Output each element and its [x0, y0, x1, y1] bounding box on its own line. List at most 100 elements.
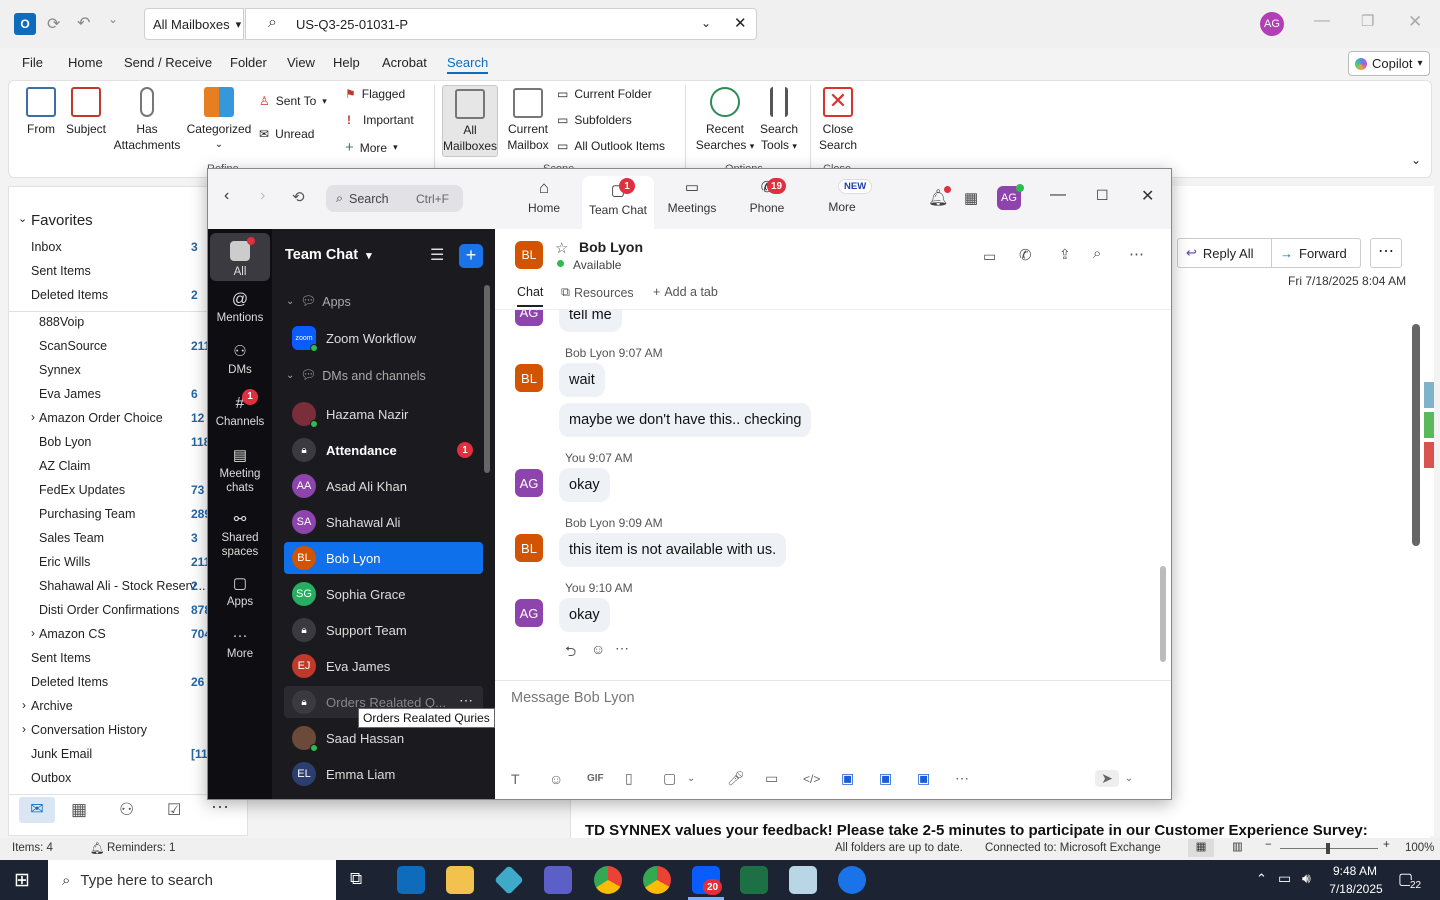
people-icon[interactable]: ⚇ — [119, 800, 134, 820]
back-icon[interactable]: ‹ — [224, 187, 229, 205]
chrome-profile-icon[interactable] — [643, 866, 671, 894]
rail-channels[interactable]: # 1 Channels — [210, 389, 270, 429]
important-button[interactable]: ! Important — [347, 113, 414, 127]
tab-chat[interactable]: Chat — [517, 285, 544, 307]
rail-shared-spaces[interactable]: ⚯ Shared spaces — [210, 512, 270, 559]
search-input[interactable]: ⌕ US-Q3-25-01031-P ⌄ ✕ — [245, 8, 757, 40]
contact-item[interactable]: SA Shahawal Ali — [284, 506, 483, 538]
normal-view-icon[interactable]: ▦ — [1188, 839, 1214, 857]
new-chat-button[interactable]: + — [459, 244, 483, 268]
reply-all-button[interactable]: ↩ Reply All — [1177, 238, 1272, 268]
taskbar-search[interactable]: ⌕ Type here to search — [48, 860, 336, 900]
recent-searches-button[interactable]: Recent Searches ▾ — [693, 87, 757, 154]
format-text-icon[interactable]: T — [511, 771, 549, 787]
scrollbar[interactable] — [1160, 566, 1166, 662]
menu-file[interactable]: File — [22, 55, 43, 70]
current-mailbox-button[interactable]: Current Mailbox — [501, 88, 555, 153]
contact-item[interactable]: 🔒︎ Support Team — [284, 614, 483, 646]
message-bubble[interactable]: this item is not available with us. — [559, 533, 787, 567]
search-tools-button[interactable]: Search Tools ▾ — [757, 87, 801, 154]
emoji-react-icon[interactable]: ☺ — [591, 641, 605, 657]
task-view-icon[interactable]: ⧉ — [350, 869, 362, 889]
chevron-right-icon[interactable]: › — [22, 698, 26, 712]
categorized-button[interactable]: Categorized ⌄ — [185, 87, 253, 153]
rail-all[interactable]: All — [210, 233, 270, 281]
menu-acrobat[interactable]: Acrobat — [382, 55, 427, 70]
menu-search[interactable]: Search — [447, 55, 489, 74]
network-icon[interactable]: ▭ — [1278, 870, 1291, 887]
phone-icon[interactable]: ✆ — [1019, 246, 1032, 264]
subject-button[interactable]: Subject — [65, 87, 107, 137]
more-options-icon[interactable]: ⋯ — [615, 640, 629, 657]
chevron-right-icon[interactable]: › — [31, 626, 35, 640]
chevron-right-icon[interactable]: › — [22, 722, 26, 736]
search-icon[interactable]: ⌕ — [1093, 245, 1101, 262]
message-composer[interactable]: Message Bob Lyon — [511, 690, 635, 706]
menu-view[interactable]: View — [287, 55, 315, 70]
all-mailboxes-button[interactable]: All Mailboxes — [442, 85, 498, 157]
tab-home[interactable]: ⌂ Home — [508, 178, 580, 228]
more-options-icon[interactable]: ⋯ — [955, 770, 1095, 787]
menu-folder[interactable]: Folder — [230, 55, 267, 70]
close-search-button[interactable]: ✕ Close Search — [815, 87, 861, 153]
file-icon[interactable]: ▯ — [625, 770, 663, 787]
contact-item[interactable]: 🔒︎ Attendance 1 — [284, 434, 483, 466]
from-button[interactable]: From — [21, 87, 61, 137]
menu-home[interactable]: Home — [68, 55, 103, 70]
current-folder-button[interactable]: ▭ Current Folder — [557, 87, 652, 101]
more-options-icon[interactable]: ⋯ — [1129, 245, 1144, 263]
contact-name[interactable]: Bob Lyon — [579, 239, 643, 255]
team-chat-dropdown[interactable]: Team Chat ▾ — [285, 247, 372, 263]
tasks-icon[interactable]: ☑ — [167, 800, 181, 820]
minimize-icon[interactable]: — — [1050, 186, 1066, 204]
message-bubble[interactable]: wait — [559, 363, 605, 397]
contact-item[interactable]: AA Asad Ali Khan — [284, 470, 483, 502]
screen-share-icon[interactable]: ⇪ — [1059, 246, 1071, 263]
rail-mentions[interactable]: @ Mentions — [210, 292, 270, 325]
sent-to-button[interactable]: ♙ Sent To ▾ — [259, 94, 327, 108]
tab-resources[interactable]: ⧉ Resources — [561, 285, 634, 300]
message-bubble[interactable]: okay — [559, 598, 610, 632]
tab-more[interactable]: ·· NEW More — [806, 178, 878, 228]
search-options-icon[interactable]: ⌄ — [701, 16, 711, 30]
app-icon-1[interactable]: ▣ — [841, 770, 879, 787]
clock-date[interactable]: 7/18/2025 — [1328, 882, 1384, 896]
chevron-right-icon[interactable]: › — [31, 410, 35, 424]
status-reminders[interactable]: Reminders: 1 — [107, 842, 175, 854]
reply-icon[interactable]: ⮌ — [565, 641, 576, 665]
code-icon[interactable]: </> — [803, 772, 841, 786]
rail-apps[interactable]: ▢ Apps — [210, 576, 270, 609]
contact-item[interactable]: SG Sophia Grace — [284, 578, 483, 610]
close-window-icon[interactable]: ✕ — [1141, 186, 1154, 206]
more-apps-icon[interactable]: ⋯ — [211, 797, 229, 818]
message-bubble[interactable]: okay — [559, 468, 610, 502]
collapse-ribbon-icon[interactable]: ⌄ — [1411, 153, 1421, 167]
favorites-heading[interactable]: Favorites — [31, 212, 93, 229]
forward-nav-icon[interactable]: › — [260, 187, 265, 205]
zoom-search-input[interactable]: ⌕ Search Ctrl+F — [326, 185, 463, 212]
message-bubble[interactable]: maybe we don't have this.. checking — [559, 403, 812, 437]
more-filters-button[interactable]: + More ▾ — [345, 139, 398, 156]
teams-taskbar-icon[interactable] — [544, 866, 572, 894]
unread-button[interactable]: ✉ Unread — [259, 127, 314, 141]
tab-meetings[interactable]: ▭ Meetings — [656, 178, 728, 228]
history-icon[interactable]: ⟲ — [292, 188, 305, 206]
scrollbar[interactable] — [484, 285, 490, 473]
chevron-down-icon[interactable]: ⌄ — [18, 212, 27, 225]
contact-avatar[interactable]: BL — [515, 241, 543, 269]
chevron-down-icon[interactable]: ⌄ — [687, 773, 727, 784]
forward-button[interactable]: → Forward — [1271, 238, 1361, 268]
section-dms[interactable]: ⌄ 💬︎ DMs and channels — [286, 368, 426, 383]
all-outlook-items-button[interactable]: ▭ All Outlook Items — [557, 139, 665, 153]
tab-phone[interactable]: ✆ 19 Phone — [731, 178, 803, 228]
reading-view-icon[interactable]: ▥ — [1232, 839, 1243, 853]
contact-item[interactable]: Hazama Nazir — [284, 398, 483, 430]
clear-search-icon[interactable]: ✕ — [734, 14, 747, 32]
file-explorer-icon[interactable] — [446, 866, 474, 894]
zoom-slider-thumb[interactable] — [1326, 843, 1330, 854]
more-actions-icon[interactable]: ⋯ — [1370, 238, 1402, 268]
calendar-icon[interactable]: ▦ — [71, 800, 87, 820]
microphone-icon[interactable]: 🎤︎ — [727, 770, 765, 787]
contact-item[interactable]: EL Emma Liam — [284, 758, 483, 790]
zoom-in-icon[interactable]: + — [1383, 839, 1390, 851]
